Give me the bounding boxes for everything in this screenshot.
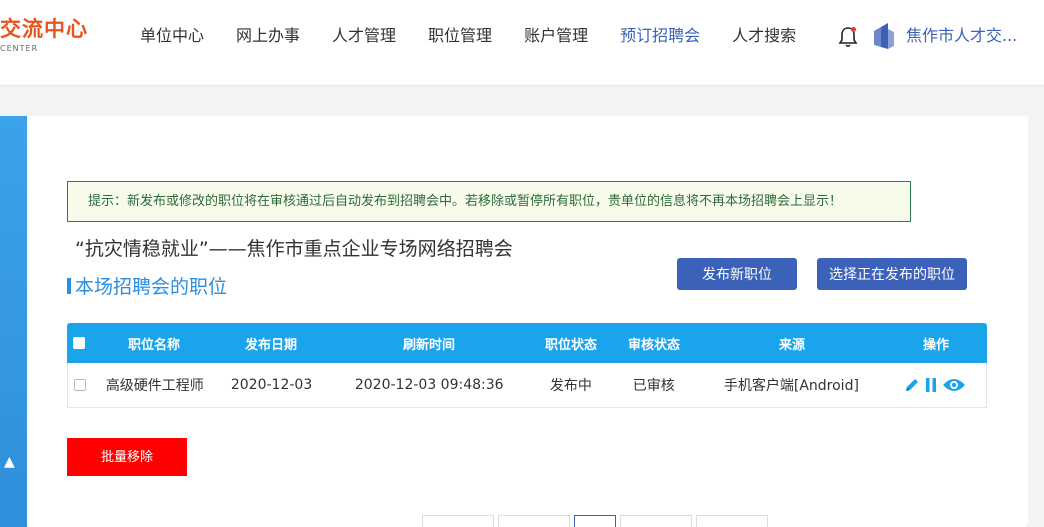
nav-item-account-management[interactable]: 账户管理 — [524, 24, 588, 48]
row-audit-status: 已审核 — [632, 378, 675, 394]
select-all-checkbox[interactable] — [73, 337, 85, 349]
jobs-table: 职位名称 发布日期 刷新时间 职位状态 审核状态 来源 操作 高级硬件工程师 2… — [67, 323, 987, 408]
header-job-status: 职位状态 — [544, 337, 597, 353]
main-panel: 提示：新发布或修改的职位将在审核通过后自动发布到招聘会中。若移除或暂停所有职位，… — [27, 116, 1028, 527]
row-job-name: 高级硬件工程师 — [105, 378, 204, 394]
nav-item-talent-management[interactable]: 人才管理 — [332, 24, 396, 48]
nav-item-unit-center[interactable]: 单位中心 — [140, 24, 204, 48]
notice-tip: 提示：新发布或修改的职位将在审核通过后自动发布到招聘会中。若移除或暂停所有职位，… — [67, 181, 911, 222]
select-published-jobs-button[interactable]: 选择正在发布的职位 — [817, 258, 967, 290]
bell-icon[interactable] — [838, 26, 858, 48]
table-row: 高级硬件工程师 2020-12-03 2020-12-03 09:48:36 发… — [67, 363, 987, 408]
row-publish-date: 2020-12-03 — [230, 377, 313, 393]
pager-last[interactable] — [696, 515, 768, 527]
header-refresh-time: 刷新时间 — [402, 337, 455, 353]
header-operations: 操作 — [922, 337, 949, 353]
pager-current[interactable] — [574, 515, 616, 527]
header-publish-date: 发布日期 — [244, 337, 297, 353]
left-sidebar: ▲ — [0, 116, 27, 527]
publish-job-button[interactable]: 发布新职位 — [677, 258, 797, 290]
section-bar — [67, 278, 71, 294]
nav-item-job-management[interactable]: 职位管理 — [428, 24, 492, 48]
nav-item-book-job-fair[interactable]: 预订招聘会 — [620, 24, 700, 48]
row-operations — [884, 377, 986, 393]
batch-remove-button[interactable]: 批量移除 — [67, 438, 187, 476]
pagination — [422, 515, 772, 527]
main-nav: 单位中心 网上办事 人才管理 职位管理 账户管理 预订招聘会 人才搜索 — [140, 24, 828, 48]
pager-first[interactable] — [422, 515, 494, 527]
section-title: 本场招聘会的职位 — [67, 272, 227, 299]
company-logo-icon[interactable] — [872, 23, 896, 49]
section-title-text: 本场招聘会的职位 — [75, 276, 228, 298]
view-icon[interactable] — [942, 377, 966, 393]
header-audit-status: 审核状态 — [627, 337, 680, 353]
nav-item-online-service[interactable]: 网上办事 — [236, 24, 300, 48]
header-source: 来源 — [778, 337, 805, 353]
user-company-name[interactable]: 焦作市人才交... — [906, 24, 1017, 48]
site-logo[interactable]: 交流中心 CENTER — [0, 16, 88, 53]
row-checkbox[interactable] — [73, 379, 86, 391]
row-refresh-time: 2020-12-03 09:48:36 — [354, 377, 504, 393]
edit-icon[interactable] — [904, 377, 920, 393]
select-all-cell — [67, 337, 91, 349]
nav-item-talent-search[interactable]: 人才搜索 — [732, 24, 796, 48]
row-source: 手机客户端[Android] — [723, 378, 859, 394]
table-header: 职位名称 发布日期 刷新时间 职位状态 审核状态 来源 操作 — [67, 323, 987, 363]
header-job-name: 职位名称 — [127, 337, 180, 353]
arrow-up-icon[interactable]: ▲ — [4, 454, 15, 470]
pause-icon[interactable] — [924, 377, 938, 393]
pager-prev[interactable] — [498, 515, 570, 527]
job-fair-title: “抗灾情稳就业”——焦作市重点企业专场网络招聘会 — [75, 238, 513, 260]
row-job-status: 发布中 — [549, 378, 592, 394]
logo-text-cn: 交流中心 — [0, 17, 88, 41]
top-header: 交流中心 CENTER 单位中心 网上办事 人才管理 职位管理 账户管理 预订招… — [0, 0, 1044, 86]
logo-text-en: CENTER — [0, 44, 39, 53]
pager-next[interactable] — [620, 515, 692, 527]
row-select-cell — [68, 379, 92, 391]
